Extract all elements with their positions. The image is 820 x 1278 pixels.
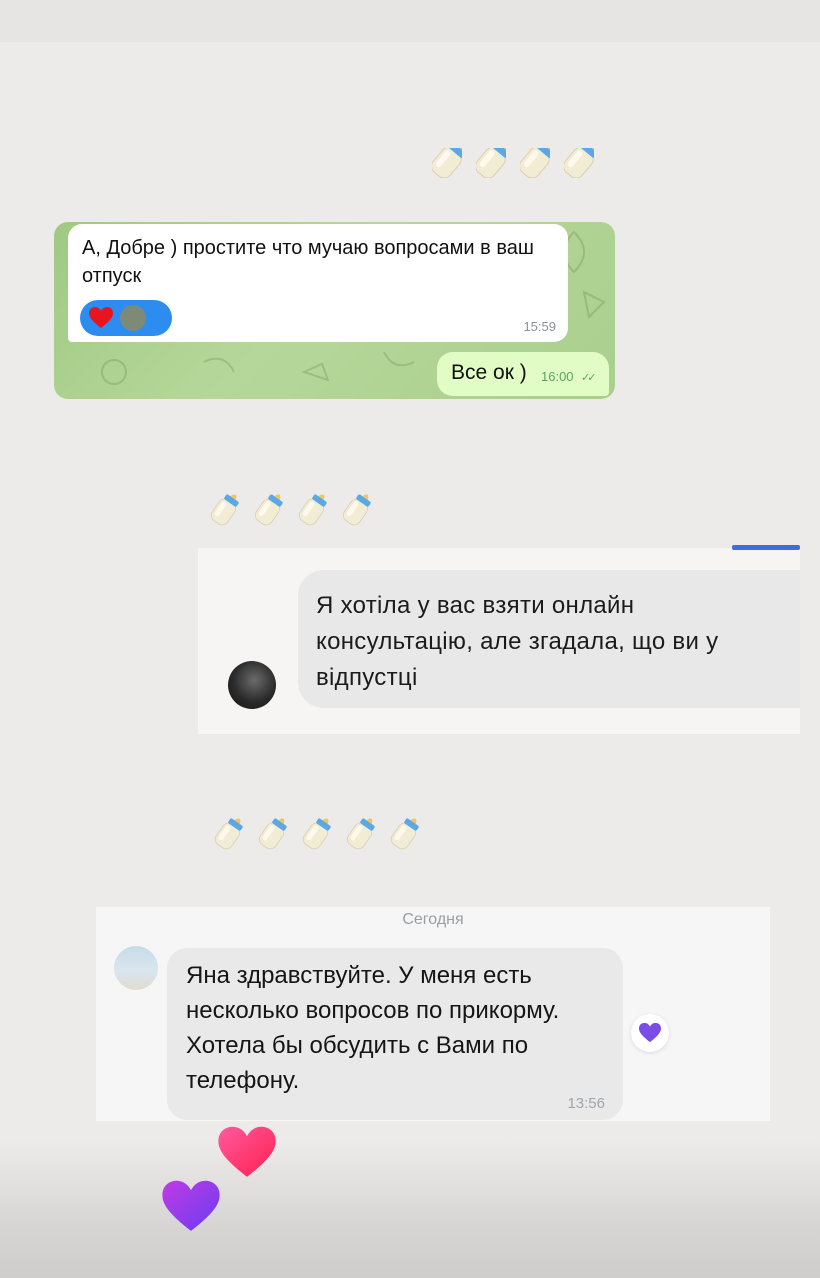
baby-bottle-icon — [520, 148, 550, 178]
purple-heart-icon — [162, 1180, 220, 1231]
date-separator: Сегодня — [402, 911, 464, 928]
baby-bottle-icon — [432, 148, 462, 178]
heart-icon — [89, 307, 113, 328]
bottle-row-2 — [207, 810, 425, 852]
reactions-pill[interactable] — [80, 300, 172, 336]
top-band — [0, 0, 820, 42]
baby-bottle-icon — [388, 812, 424, 852]
vk-message-text: Яна здравствуйте. У меня есть несколько … — [186, 962, 560, 1094]
telegram-screenshot: А, Добре ) простите что мучаю вопросами … — [54, 222, 615, 399]
instagram-message-text: Я хотіла у вас взяти онлайн консультацію… — [316, 592, 719, 691]
avatar[interactable] — [228, 661, 276, 709]
baby-bottle-icon — [208, 488, 244, 528]
baby-bottle-icon — [564, 148, 594, 178]
incoming-message-bubble[interactable]: А, Добре ) простите что мучаю вопросами … — [68, 224, 568, 342]
outgoing-message-text: Все ок ) — [451, 361, 527, 384]
baby-bottle-icon — [476, 148, 506, 178]
instagram-message-bubble[interactable]: Я хотіла у вас взяти онлайн консультацію… — [298, 570, 800, 708]
avatar[interactable] — [114, 946, 158, 990]
purple-heart-icon — [639, 1022, 661, 1043]
baby-bottle-icon — [300, 812, 336, 852]
bottle-row-top — [432, 148, 594, 178]
vk-message-time: 13:56 — [567, 1095, 605, 1112]
bottom-gradient — [0, 1140, 820, 1278]
reaction-button[interactable] — [631, 1014, 669, 1052]
bottle-row-1 — [203, 486, 377, 528]
incoming-message-text: А, Добре ) простите что мучаю вопросами … — [82, 237, 534, 287]
baby-bottle-icon — [252, 488, 288, 528]
outgoing-message-time: 16:00 — [541, 369, 574, 384]
baby-bottle-icon — [256, 812, 292, 852]
incoming-message-time: 15:59 — [523, 319, 556, 334]
baby-bottle-icon — [344, 812, 380, 852]
reactor-avatar — [118, 303, 148, 333]
vk-message-bubble[interactable]: Яна здравствуйте. У меня есть несколько … — [167, 948, 623, 1120]
outgoing-message-bubble[interactable]: Все ок ) 16:00 ✓✓ — [437, 352, 609, 396]
pink-heart-icon — [218, 1126, 276, 1177]
instagram-top-bar — [732, 545, 800, 550]
double-check-icon: ✓✓ — [581, 372, 597, 384]
baby-bottle-icon — [212, 812, 248, 852]
baby-bottle-icon — [296, 488, 332, 528]
baby-bottle-icon — [340, 488, 376, 528]
